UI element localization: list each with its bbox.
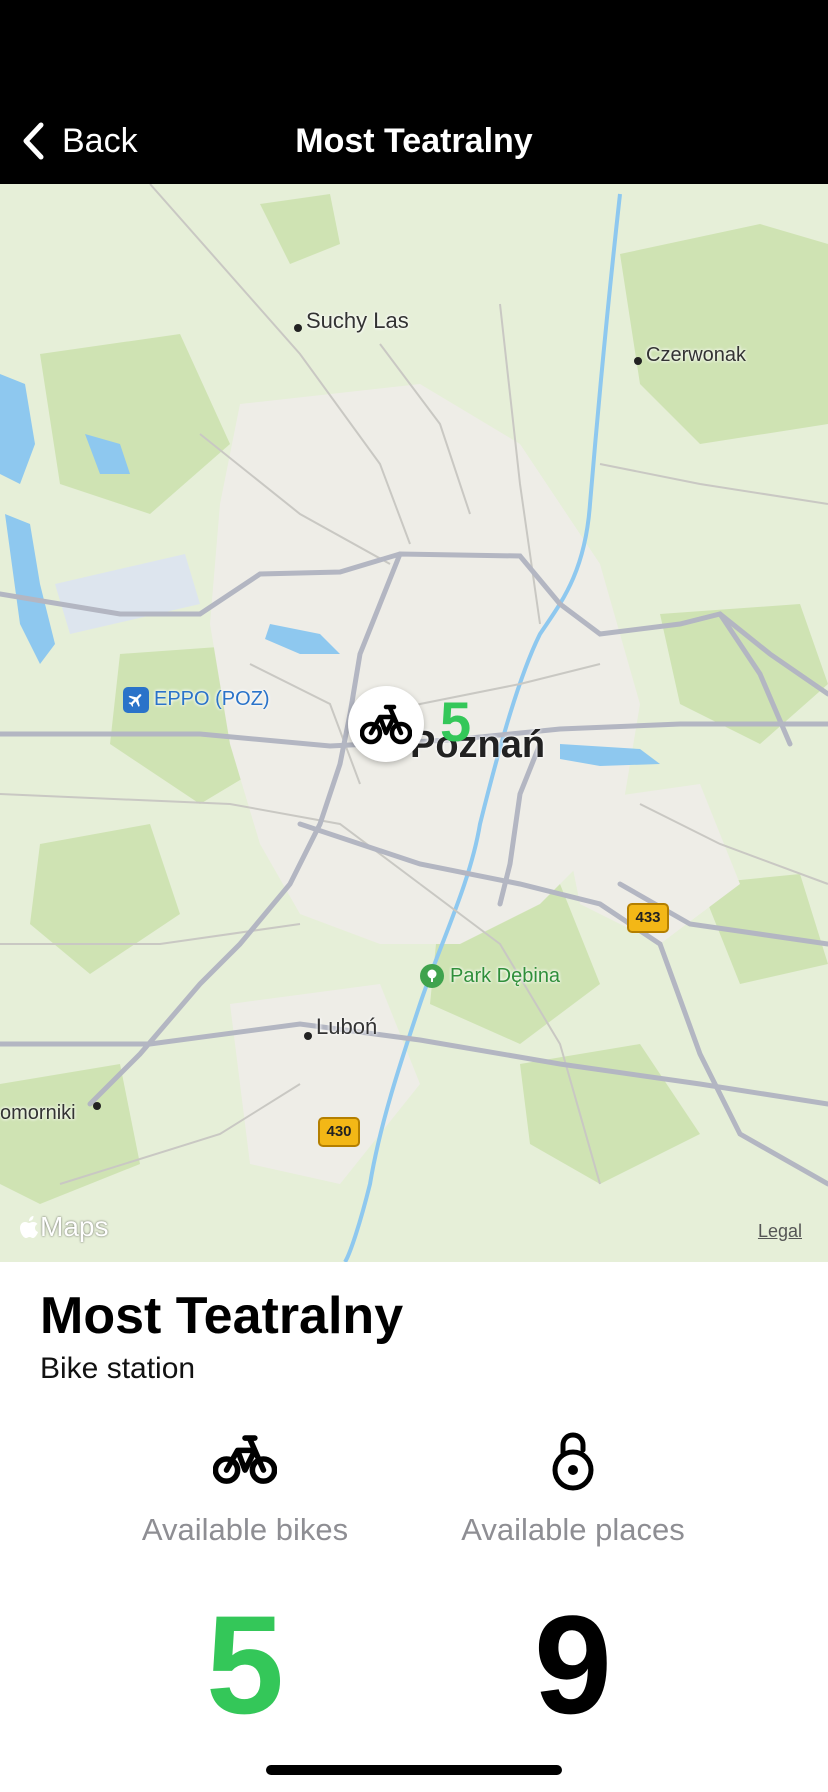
town-dot — [93, 1102, 101, 1110]
navigation-bar: Back Most Teatralny — [0, 0, 828, 184]
available-places-label: Available places — [461, 1512, 685, 1547]
home-indicator[interactable] — [266, 1765, 562, 1775]
place-label-airport: EPPO (POZ) — [154, 688, 270, 710]
airplane-icon — [123, 687, 149, 713]
pin-bike-count: 5 — [440, 690, 472, 753]
road-shield-430: 430 — [318, 1117, 360, 1147]
available-bikes-value: 5 — [206, 1586, 284, 1743]
apple-logo-icon — [20, 1216, 38, 1238]
maps-attribution: Maps — [18, 1211, 108, 1243]
bicycle-icon — [360, 704, 412, 745]
station-title: Most Teatralny — [40, 1287, 404, 1345]
place-label-czerwonak: Czerwonak — [646, 344, 747, 366]
place-label-park-debina: Park Dębina — [450, 965, 561, 987]
place-label-poznan: Poznań — [410, 724, 546, 766]
bicycle-icon — [213, 1435, 277, 1484]
town-dot — [294, 324, 302, 332]
station-subtitle: Bike station — [40, 1352, 196, 1385]
available-places-stat: Available places 9 — [403, 1430, 743, 1740]
town-dot — [304, 1032, 312, 1040]
available-bikes-stat: Available bikes 5 — [75, 1430, 415, 1740]
maps-label: Maps — [40, 1211, 109, 1242]
available-bikes-label: Available bikes — [141, 1512, 349, 1547]
station-pin[interactable] — [348, 686, 424, 762]
place-label-suchy-las: Suchy Las — [306, 308, 409, 333]
page-title: Most Teatralny — [295, 122, 533, 160]
place-label-lubon: Luboń — [316, 1014, 378, 1039]
tree-icon — [420, 964, 444, 988]
road-shield-433: 433 — [627, 903, 669, 933]
place-label-komorniki: omorniki — [0, 1102, 76, 1124]
available-places-value: 9 — [534, 1586, 612, 1743]
legal-link[interactable]: Legal — [758, 1221, 802, 1242]
lock-open-icon — [552, 1432, 594, 1491]
town-dot — [634, 357, 642, 365]
